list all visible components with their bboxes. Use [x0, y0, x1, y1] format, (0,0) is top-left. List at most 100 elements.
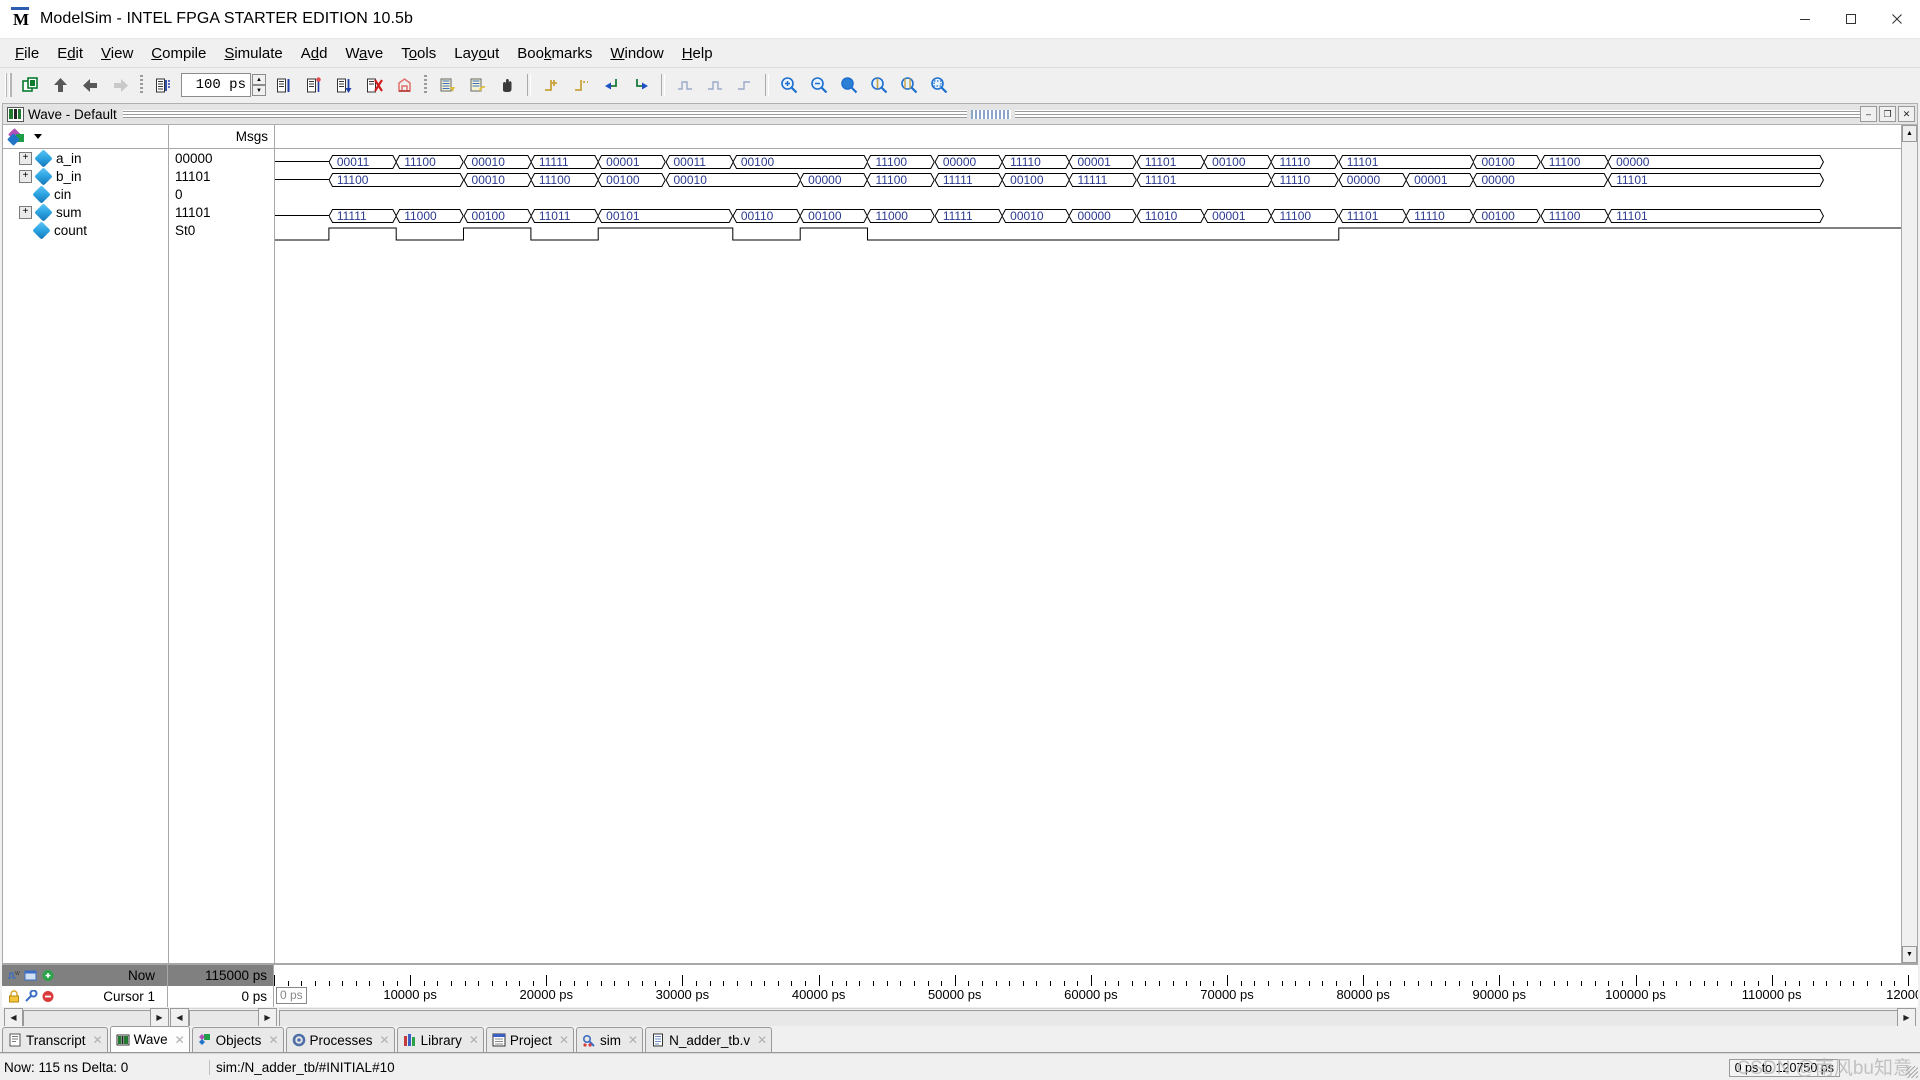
bus-segment[interactable]: 11100 — [867, 173, 935, 187]
find-previous-transition-icon[interactable] — [597, 72, 625, 99]
menu-help[interactable]: Help — [673, 42, 722, 65]
forward-arrow-icon[interactable] — [106, 72, 134, 99]
wave-minimize-button[interactable]: – — [1860, 106, 1877, 122]
bus-segment[interactable]: 11111 — [1069, 173, 1137, 187]
names-hscrollbar[interactable]: ◀ ▶ — [4, 1008, 169, 1027]
wave-restore-button[interactable]: ❐ — [1879, 106, 1896, 122]
find-edge-icon[interactable] — [731, 72, 759, 99]
bus-segment[interactable]: 00011 — [328, 155, 397, 169]
compile-icon[interactable] — [149, 72, 177, 99]
bus-segment[interactable]: 11111 — [530, 155, 599, 169]
menu-compile[interactable]: Compile — [142, 42, 215, 65]
waveform-row-cin[interactable] — [275, 189, 1901, 207]
cursor-time-badge[interactable]: 0 ps — [276, 987, 307, 1004]
signal-row-b_in[interactable]: + b_in — [3, 166, 168, 186]
bus-segment[interactable]: 11011 — [530, 209, 599, 223]
restart-icon[interactable] — [390, 72, 418, 99]
bus-segment[interactable]: 00100 — [1002, 173, 1070, 187]
bus-segment[interactable]: 11100 — [1271, 209, 1339, 223]
waveform-scroll-right-button[interactable]: ▶ — [1897, 1008, 1916, 1027]
bus-segment[interactable]: 11000 — [396, 209, 464, 223]
lock-icon[interactable] — [7, 990, 21, 1003]
menu-view[interactable]: View — [92, 42, 142, 65]
bus-segment[interactable]: 11100 — [328, 173, 464, 187]
waveform-row-a_in[interactable]: 00011 11100 00010 11111 00001 00011 00100 11100… — [275, 153, 1901, 171]
tab-close-icon[interactable]: ✕ — [469, 1033, 479, 1047]
bus-segment[interactable]: 11101 — [1136, 155, 1205, 169]
bus-segment[interactable]: 00100 — [800, 209, 868, 223]
names-scroll-track[interactable] — [23, 1008, 152, 1027]
run-continue-icon[interactable] — [300, 72, 328, 99]
edit-cursor-icon[interactable] — [24, 989, 38, 1003]
tab-close-icon[interactable]: ✕ — [93, 1033, 103, 1047]
bus-segment[interactable]: 11101 — [1338, 209, 1407, 223]
bus-segment[interactable]: 11110 — [1002, 155, 1070, 169]
spinner-down[interactable]: ▼ — [252, 85, 266, 96]
bus-segment[interactable]: 11101 — [1136, 173, 1272, 187]
tab-library[interactable]: Library ✕ — [396, 1027, 484, 1052]
bus-segment[interactable]: 00000 — [1473, 173, 1609, 187]
bus-segment[interactable]: 00010 — [463, 155, 531, 169]
bus-segment[interactable]: 00001 — [1069, 155, 1137, 169]
menu-tools[interactable]: Tools — [392, 42, 445, 65]
bus-segment[interactable]: 11110 — [1406, 209, 1474, 223]
tab-objects[interactable]: Objects ✕ — [191, 1027, 284, 1052]
waveform-hscrollbar[interactable]: ▶ — [279, 1008, 1916, 1027]
expand-sum-button[interactable]: + — [19, 205, 32, 219]
step-icon[interactable] — [433, 72, 461, 99]
bus-segment[interactable]: 00010 — [463, 173, 531, 187]
bus-segment[interactable]: 00001 — [598, 155, 666, 169]
tab-n-adder-tb-v[interactable]: N_adder_tb.v ✕ — [645, 1027, 773, 1052]
bus-segment[interactable]: 00100 — [598, 173, 666, 187]
zoom-in-on-active-cursor-icon[interactable] — [865, 72, 893, 99]
find-next-transition-icon[interactable] — [627, 72, 655, 99]
bus-segment[interactable]: 11100 — [1540, 209, 1609, 223]
menu-bookmarks[interactable]: Bookmarks — [508, 42, 601, 65]
step-over-icon[interactable] — [463, 72, 491, 99]
waveform-vertical-scrollbar[interactable]: ▲ ▼ — [1901, 125, 1917, 963]
wave-title-grip[interactable] — [971, 109, 1012, 119]
bus-segment[interactable]: 11100 — [1540, 155, 1609, 169]
values-scroll-track[interactable] — [189, 1008, 260, 1027]
expand-a_in-button[interactable]: + — [19, 151, 32, 165]
waveform-row-count[interactable] — [275, 225, 1901, 243]
bus-segment[interactable]: 11100 — [530, 173, 599, 187]
zoom-between-cursors-icon[interactable] — [895, 72, 923, 99]
vertical-scroll-track[interactable] — [1902, 142, 1917, 946]
spinner-up[interactable]: ▲ — [252, 74, 266, 85]
names-scroll-left-button[interactable]: ◀ — [4, 1008, 23, 1027]
hand-icon[interactable] — [493, 72, 521, 99]
delete-cursor-icon[interactable] — [567, 72, 595, 99]
bus-segment[interactable]: 00001 — [1406, 173, 1474, 187]
bus-segment[interactable]: 00000 — [800, 173, 868, 187]
bus-segment[interactable]: 00000 — [934, 155, 1003, 169]
object-filter-icon[interactable] — [7, 127, 31, 146]
back-arrow-icon[interactable] — [76, 72, 104, 99]
tab-close-icon[interactable]: ✕ — [559, 1033, 569, 1047]
minimize-button[interactable] — [1782, 0, 1828, 38]
bus-segment[interactable]: 11110 — [1271, 173, 1339, 187]
timeline-ruler[interactable] — [274, 965, 1918, 986]
menu-edit[interactable]: Edit — [48, 42, 92, 65]
bus-segment[interactable]: 00010 — [1002, 209, 1070, 223]
bus-segment[interactable]: 00000 — [1338, 173, 1407, 187]
wave-close-button[interactable]: ✕ — [1898, 106, 1915, 122]
run-icon[interactable] — [270, 72, 298, 99]
waveform-canvas[interactable]: 00011 11100 00010 11111 00001 00011 00100 11100… — [275, 149, 1901, 963]
menu-window[interactable]: Window — [601, 42, 672, 65]
object-filter-caret-icon[interactable] — [34, 134, 42, 139]
menu-file[interactable]: File — [6, 42, 48, 65]
bus-segment[interactable]: 11101 — [1608, 173, 1824, 187]
tab-sim[interactable]: sim ✕ — [576, 1027, 644, 1052]
bus-segment[interactable]: 00100 — [732, 155, 868, 169]
bus-segment[interactable]: 11111 — [934, 173, 1003, 187]
bus-segment[interactable]: 00100 — [1473, 155, 1541, 169]
bus-segment[interactable]: 00110 — [732, 209, 801, 223]
signal-row-sum[interactable]: + sum — [3, 202, 168, 222]
resize-grip[interactable] — [1906, 1066, 1918, 1078]
window-icon[interactable] — [24, 969, 38, 982]
bus-segment[interactable]: 00100 — [1204, 155, 1272, 169]
bus-segment[interactable]: 00010 — [665, 173, 801, 187]
zoom-full-icon[interactable] — [835, 72, 863, 99]
bus-segment[interactable]: 11111 — [328, 209, 397, 223]
